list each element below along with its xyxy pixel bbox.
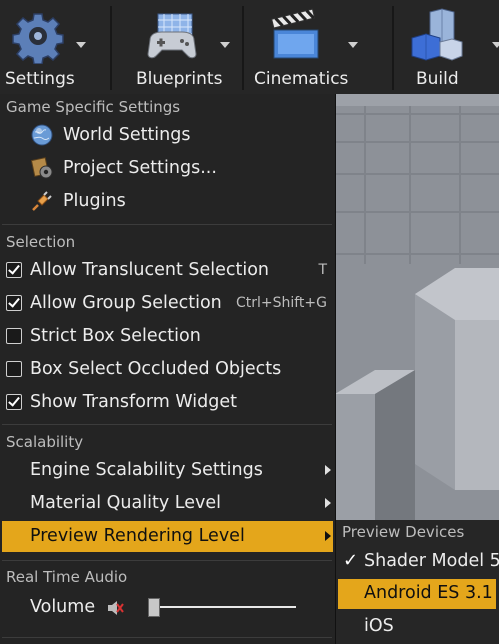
menu-item-label: Plugins [63, 191, 126, 211]
globe-icon [31, 124, 53, 146]
blueprints-label: Blueprints [136, 69, 223, 89]
menu-item-label: Material Quality Level [30, 493, 221, 513]
settings-gear-icon [12, 13, 64, 64]
speaker-muted-icon[interactable] [106, 599, 124, 617]
checkbox-checked[interactable] [6, 394, 22, 410]
chevron-right-icon [325, 465, 331, 475]
volume-slider-thumb[interactable] [148, 598, 160, 617]
shortcut-label: Ctrl+Shift+G [235, 295, 327, 311]
menu-divider [2, 224, 332, 225]
menu-divider [2, 560, 332, 561]
menu-item-label: Project Settings... [63, 158, 217, 178]
menu-item-label: Box Select Occluded Objects [30, 359, 282, 379]
submenu-item-shader-model-5[interactable]: ✓ Shader Model 5 [338, 547, 499, 577]
checkbox-checked[interactable] [6, 262, 22, 278]
menu-item-plugins[interactable]: Plugins [2, 186, 333, 217]
volume-slider-track[interactable] [152, 606, 296, 608]
menu-divider [2, 637, 332, 638]
menu-item-label: Engine Scalability Settings [30, 460, 263, 480]
menu-item-allow-translucent-selection[interactable]: Allow Translucent Selection T [2, 255, 333, 286]
plug-icon [32, 191, 52, 211]
menu-item-box-select-occluded[interactable]: Box Select Occluded Objects [2, 354, 333, 385]
shortcut-label: T [318, 262, 327, 278]
menu-item-strict-box-selection[interactable]: Strict Box Selection [2, 321, 333, 352]
menu-item-label: Allow Group Selection [30, 293, 222, 313]
chevron-down-icon [492, 42, 499, 48]
menu-item-world-settings[interactable]: World Settings [2, 120, 333, 151]
settings-dropdown-menu: Game Specific Settings World Settings Pr… [0, 94, 336, 644]
section-header-scalability: Scalability [6, 433, 84, 451]
submenu-item-label: iOS [364, 616, 394, 636]
menu-item-label: World Settings [63, 125, 191, 145]
settings-label: Settings [5, 69, 75, 89]
clapperboard-icon [271, 8, 319, 59]
project-settings-icon [30, 157, 53, 179]
toolbar-separator [110, 6, 112, 90]
checkbox-unchecked[interactable] [6, 328, 22, 344]
menu-item-volume: Volume [2, 592, 333, 626]
build-blocks-icon [411, 8, 463, 61]
menu-item-material-quality[interactable]: Material Quality Level [2, 488, 333, 519]
menu-item-label: Strict Box Selection [30, 326, 201, 346]
submenu-item-label: Shader Model 5 [364, 551, 499, 571]
checkbox-checked[interactable] [6, 295, 22, 311]
chevron-down-icon [76, 42, 86, 48]
menu-item-project-settings[interactable]: Project Settings... [2, 153, 333, 184]
menu-item-allow-group-selection[interactable]: Allow Group Selection Ctrl+Shift+G [2, 288, 333, 319]
chevron-right-icon [325, 498, 331, 508]
toolbar-separator [392, 6, 394, 90]
submenu-item-ios[interactable]: iOS [338, 612, 496, 642]
chevron-down-icon [348, 42, 358, 48]
checkbox-unchecked[interactable] [6, 361, 22, 377]
blueprints-toolbar-button[interactable]: Blueprints [114, 0, 238, 94]
section-header-real-time-audio: Real Time Audio [6, 568, 128, 586]
section-header-preview-devices: Preview Devices [342, 523, 465, 541]
menu-item-label: Preview Rendering Level [30, 526, 245, 546]
menu-item-show-transform-widget[interactable]: Show Transform Widget [2, 387, 333, 418]
menu-item-label: Show Transform Widget [30, 392, 238, 412]
chevron-down-icon [220, 42, 230, 48]
menu-divider [2, 424, 332, 425]
checkmark-icon: ✓ [343, 550, 359, 571]
menu-item-engine-scalability[interactable]: Engine Scalability Settings [2, 455, 333, 486]
toolbar: Settings Blueprints Cinematics Build [0, 0, 499, 94]
preview-devices-submenu: Preview Devices ✓ Shader Model 5 Android… [335, 520, 499, 644]
toolbar-separator [242, 6, 244, 90]
build-toolbar-button[interactable]: Build [396, 0, 499, 94]
cinematics-label: Cinematics [254, 69, 349, 89]
submenu-item-android-es-3-1[interactable]: Android ES 3.1 [338, 579, 496, 609]
chevron-right-icon [325, 531, 331, 541]
settings-toolbar-button[interactable]: Settings [0, 0, 108, 94]
build-label: Build [416, 69, 459, 89]
submenu-item-label: Android ES 3.1 [364, 583, 493, 603]
cinematics-toolbar-button[interactable]: Cinematics [246, 0, 370, 94]
volume-label: Volume [30, 597, 96, 617]
blueprints-gamepad-icon [147, 13, 197, 59]
menu-item-label: Allow Translucent Selection [30, 260, 270, 280]
section-header-selection: Selection [6, 233, 76, 251]
section-header-game-specific: Game Specific Settings [6, 98, 181, 116]
menu-item-preview-rendering-level[interactable]: Preview Rendering Level [2, 521, 333, 552]
